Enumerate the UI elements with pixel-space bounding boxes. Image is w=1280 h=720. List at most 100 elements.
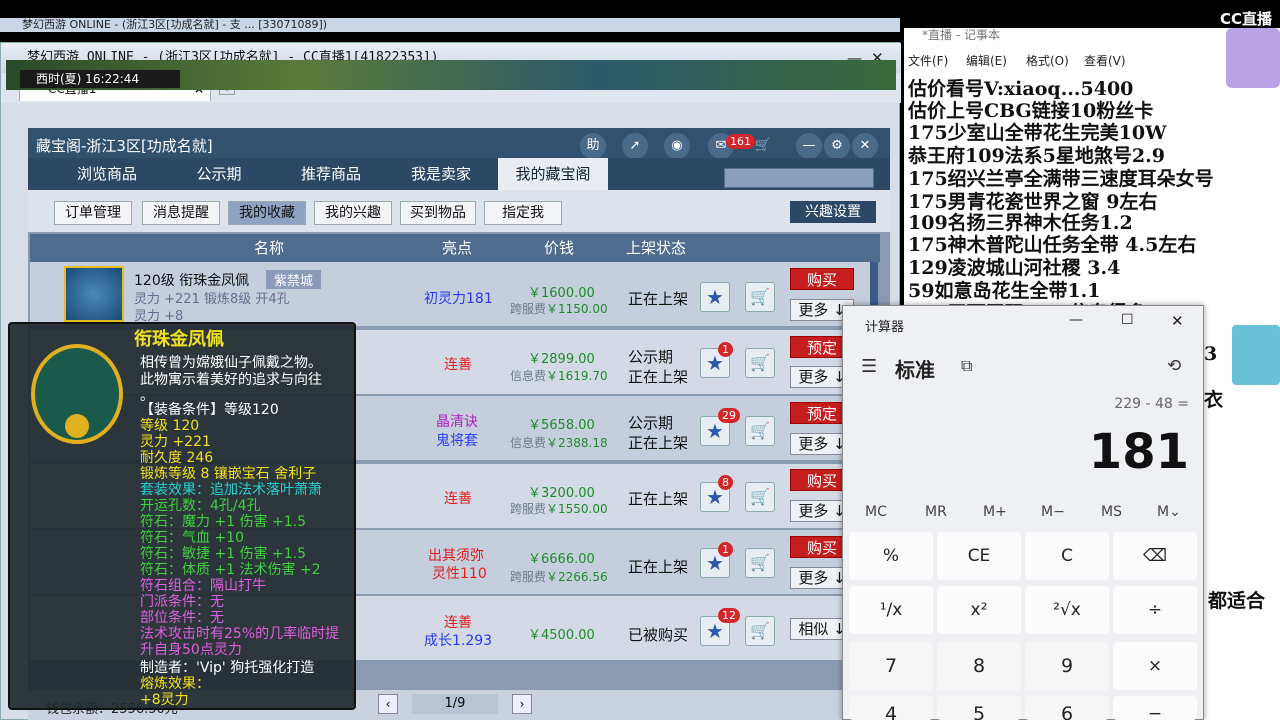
order-manage-button[interactable]: 订单管理 bbox=[54, 201, 132, 225]
highlight-2: 鬼将套 bbox=[436, 433, 478, 449]
cart-icon[interactable]: 🛒 bbox=[745, 416, 775, 446]
multiply-button[interactable]: × bbox=[1113, 642, 1197, 690]
game-clock: 西时(夏) 16:22:44 bbox=[20, 70, 180, 88]
interest-settings-button[interactable]: 兴趣设置 bbox=[790, 201, 876, 223]
memory-add-button[interactable]: M+ bbox=[983, 504, 1007, 520]
cart-icon[interactable]: 🛒 bbox=[745, 282, 775, 312]
fee: 信息费￥2388.18 bbox=[510, 434, 608, 451]
favorite-count-badge: 1 bbox=[718, 542, 733, 557]
cart-icon[interactable]: 🛒 bbox=[750, 133, 776, 159]
item-image-icon bbox=[31, 344, 123, 444]
favorite-star-icon[interactable]: ★ bbox=[700, 282, 730, 312]
tooltip-combo: 部位条件：无 bbox=[140, 610, 224, 626]
memory-clear-button[interactable]: MC bbox=[865, 504, 887, 520]
prev-page-button[interactable]: ‹ bbox=[378, 694, 398, 714]
assigned-me-button[interactable]: 指定我 bbox=[484, 201, 562, 225]
percent-button[interactable]: % bbox=[849, 532, 933, 580]
subtract-button[interactable]: − bbox=[1113, 696, 1197, 720]
highlight: 初灵力181 bbox=[424, 291, 493, 307]
notepad-menu-view[interactable]: 查看(V) bbox=[1084, 52, 1126, 69]
reciprocal-button[interactable]: ¹/x bbox=[849, 586, 933, 634]
cart-icon[interactable]: 🛒 bbox=[745, 548, 775, 578]
history-icon[interactable]: ⟲ bbox=[1167, 356, 1181, 376]
tab-recommend[interactable]: 推荐商品 bbox=[276, 158, 386, 190]
fee-label: 信息费 bbox=[510, 436, 547, 450]
favorite-count-badge: 12 bbox=[718, 608, 740, 623]
tooltip-desc: 相传曾为嫦娥仙子佩戴之物。 bbox=[140, 355, 322, 371]
keep-on-top-icon[interactable]: ⧉ bbox=[961, 356, 972, 376]
tab-my-treasure[interactable]: 我的藏宝阁 bbox=[498, 158, 608, 190]
col-price: 价钱 bbox=[544, 239, 575, 257]
fee-label: 信息费 bbox=[510, 369, 547, 383]
help-button[interactable]: 助 bbox=[580, 133, 606, 159]
tooltip-rune: 符石：魔力 +1 伤害 +1.5 bbox=[140, 514, 306, 530]
highlight: 连善 bbox=[444, 357, 472, 373]
divide-button[interactable]: ÷ bbox=[1113, 586, 1197, 634]
buy-button[interactable]: 购买 bbox=[790, 268, 854, 290]
notepad-title: *直播 - 记事本 bbox=[922, 28, 1000, 42]
cart-icon[interactable]: 🛒 bbox=[745, 616, 775, 646]
status: 公示期 bbox=[628, 348, 674, 366]
notepad-menu-format[interactable]: 格式(O) bbox=[1026, 52, 1069, 69]
fee-value: ￥2266.56 bbox=[546, 570, 608, 584]
digit-9-button[interactable]: 9 bbox=[1025, 642, 1109, 690]
clear-entry-button[interactable]: CE bbox=[937, 532, 1021, 580]
tooltip-rune: 符石：敏捷 +1 伤害 +1.5 bbox=[140, 546, 306, 562]
message-remind-button[interactable]: 消息提醒 bbox=[142, 201, 220, 225]
menu-icon[interactable]: ☰ bbox=[861, 356, 877, 377]
favorite-count-badge: 8 bbox=[718, 475, 733, 490]
notepad-menu-file[interactable]: 文件(F) bbox=[908, 52, 948, 69]
clear-button[interactable]: C bbox=[1025, 532, 1109, 580]
tooltip-stat: 锻炼等级 8 镶嵌宝石 舍利子 bbox=[140, 466, 317, 482]
item-icon[interactable] bbox=[64, 266, 124, 322]
page-indicator: 1/9 bbox=[412, 694, 498, 714]
calc-maximize-button[interactable]: ☐ bbox=[1121, 312, 1134, 328]
cart-icon[interactable]: 🛒 bbox=[745, 348, 775, 378]
record-icon[interactable]: ◉ bbox=[664, 133, 690, 159]
calc-minimize-button[interactable]: — bbox=[1069, 312, 1083, 328]
digit-4-button[interactable]: 4 bbox=[849, 696, 933, 720]
memory-store-button[interactable]: MS bbox=[1101, 504, 1122, 520]
digit-7-button[interactable]: 7 bbox=[849, 642, 933, 690]
calc-close-button[interactable]: ✕ bbox=[1171, 312, 1184, 330]
highlight: 出其须弥 bbox=[428, 548, 484, 564]
status: 正在上架 bbox=[628, 490, 689, 508]
share-icon[interactable]: ➚ bbox=[622, 133, 648, 159]
notepad-fragment: 衣 bbox=[1204, 389, 1224, 411]
backspace-button[interactable]: ⌫ bbox=[1113, 532, 1197, 580]
status-2: 正在上架 bbox=[628, 368, 689, 386]
my-favorites-button[interactable]: 我的收藏 bbox=[228, 201, 306, 225]
highlight: 连善 bbox=[444, 615, 472, 631]
digit-6-button[interactable]: 6 bbox=[1025, 696, 1109, 720]
status-2: 正在上架 bbox=[628, 434, 689, 452]
memory-recall-button[interactable]: MR bbox=[925, 504, 947, 520]
tooltip-holes: 开运孔数：4孔/4孔 bbox=[140, 498, 261, 514]
panel-settings-button[interactable]: ⚙ bbox=[824, 133, 850, 159]
sqrt-button[interactable]: ²√x bbox=[1025, 586, 1109, 634]
next-page-button[interactable]: › bbox=[512, 694, 532, 714]
favorite-count-badge: 1 bbox=[718, 342, 733, 357]
fee-value: ￥1150.00 bbox=[546, 302, 608, 316]
panel-close-button[interactable]: ✕ bbox=[852, 133, 878, 159]
square-button[interactable]: x² bbox=[937, 586, 1021, 634]
bought-items-button[interactable]: 买到物品 bbox=[400, 201, 476, 225]
price: ￥5658.00 bbox=[528, 418, 595, 433]
tab-public[interactable]: 公示期 bbox=[164, 158, 274, 190]
tooltip-req: 【装备条件】等级120 bbox=[140, 402, 279, 418]
search-input[interactable] bbox=[724, 168, 874, 188]
tab-seller[interactable]: 我是卖家 bbox=[386, 158, 496, 190]
notepad-menu-edit[interactable]: 编辑(E) bbox=[966, 52, 1007, 69]
col-highlight: 亮点 bbox=[442, 239, 473, 257]
memory-subtract-button[interactable]: M− bbox=[1041, 504, 1065, 520]
panel-minimize-button[interactable]: — bbox=[796, 133, 822, 159]
status: 公示期 bbox=[628, 414, 674, 432]
tooltip-rune: 符石：体质 +1 法术伤害 +2 bbox=[140, 562, 321, 578]
my-interest-button[interactable]: 我的兴趣 bbox=[314, 201, 392, 225]
server-tag: 紫禁城 bbox=[266, 270, 322, 289]
memory-list-button[interactable]: M⌄ bbox=[1157, 504, 1181, 520]
cart-icon[interactable]: 🛒 bbox=[745, 482, 775, 512]
tab-browse[interactable]: 浏览商品 bbox=[52, 158, 162, 190]
digit-5-button[interactable]: 5 bbox=[937, 696, 1021, 720]
tooltip-combo: 法术攻击时有25%的几率临时提 bbox=[140, 626, 340, 642]
digit-8-button[interactable]: 8 bbox=[937, 642, 1021, 690]
